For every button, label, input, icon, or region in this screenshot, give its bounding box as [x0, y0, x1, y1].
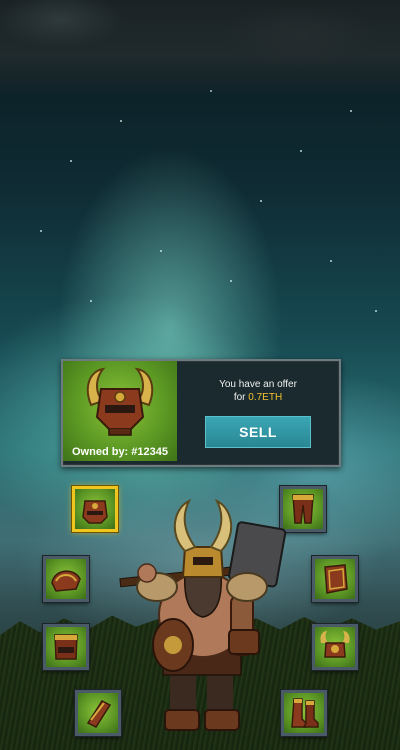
boots-icon: [291, 698, 319, 728]
offer-message: You have an offer for 0.7ETH: [177, 378, 339, 404]
body-armor-icon: [54, 634, 78, 660]
dwarf-warrior-character: [119, 498, 287, 731]
offer-prefix: for: [233, 392, 249, 403]
pauldron-icon: [51, 570, 81, 592]
offer-item-preview[interactable]: Owned by: #12345: [63, 361, 177, 461]
offer-details: You have an offer for 0.7ETH SELL: [177, 361, 339, 465]
slot-shield[interactable]: [312, 556, 358, 602]
slot-chest-armor[interactable]: [72, 486, 118, 532]
offer-line-1: You have an offer: [219, 379, 297, 390]
shield-icon: [324, 564, 348, 594]
owned-by-label: Owned by: #12345: [72, 446, 168, 458]
offer-card: Owned by: #12345 You have an offer for 0…: [61, 359, 341, 467]
slot-body-armor[interactable]: [43, 624, 89, 670]
offer-line-2: for 0.7ETH: [177, 391, 339, 404]
horned-helmet-icon: [320, 631, 350, 658]
slot-pauldron[interactable]: [43, 556, 89, 602]
chest-armor-icon: [82, 500, 108, 524]
offer-amount: 0.7ETH: [248, 392, 283, 403]
horned-chest-armor-icon: [86, 367, 154, 436]
sell-button[interactable]: SELL: [205, 416, 311, 448]
rock-ceiling: [0, 0, 400, 95]
slot-horned-helmet[interactable]: [312, 624, 358, 670]
bracer-icon: [86, 700, 112, 728]
